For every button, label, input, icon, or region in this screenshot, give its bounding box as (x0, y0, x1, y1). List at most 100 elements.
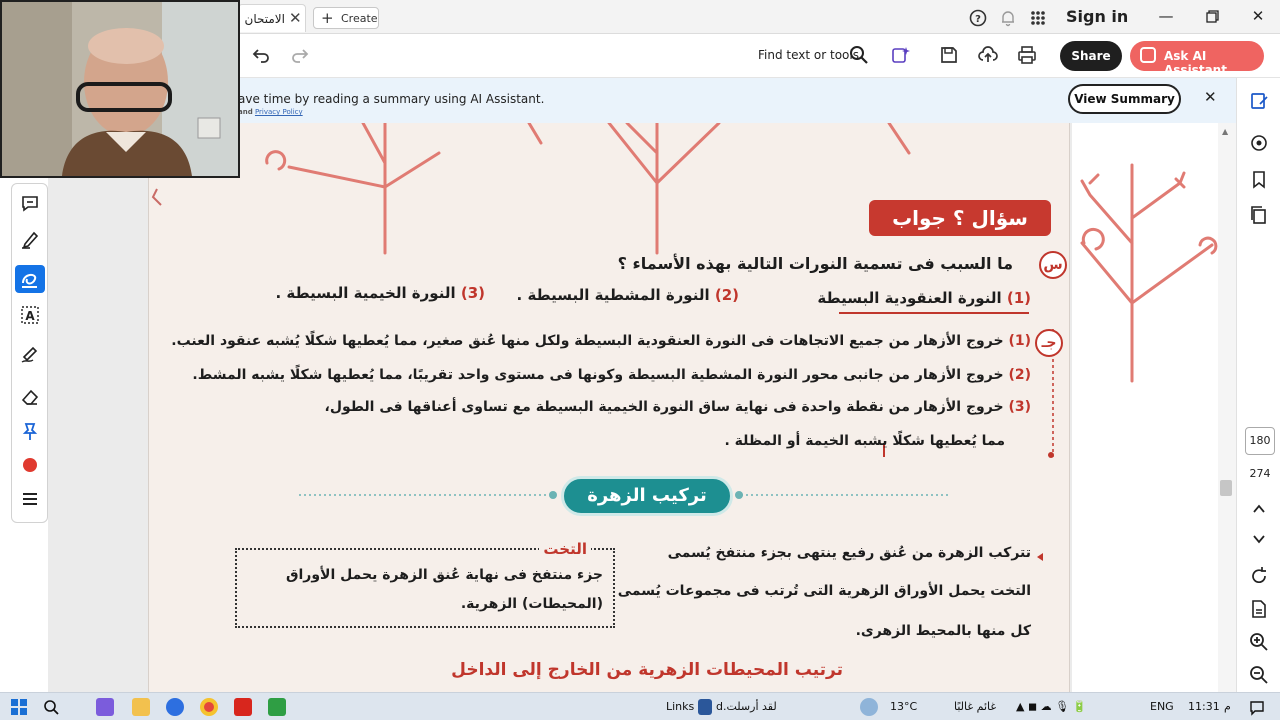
zoom-app-icon[interactable] (166, 698, 184, 716)
acrobat-icon[interactable] (234, 698, 252, 716)
taskbar-document[interactable]: لقد أرسلت.d (716, 700, 777, 713)
minimize-icon[interactable]: — (1154, 4, 1178, 28)
answer-1-text: خروج الأزهار من جميع الاتجاهات فى النورة… (171, 333, 1004, 349)
banner-message: ave time by reading a summary using AI A… (238, 92, 545, 106)
answer-2-text: خروج الأزهار من جانبى محور النورة المشطي… (192, 367, 1004, 383)
weather-text: غائم غالبًا (954, 700, 997, 713)
option-2-num: (2) (714, 286, 739, 304)
start-icon[interactable] (10, 698, 28, 716)
document-tab[interactable]: الامتحان ✕ (238, 4, 306, 32)
ai-edit-icon[interactable] (890, 44, 912, 66)
rotate-icon[interactable] (1248, 565, 1270, 587)
option-3-text: النورة الخيمية البسيطة . (275, 284, 456, 302)
body-line-2: التخت يحمل الأوراق الزهرية التى تُرتب فى… (617, 583, 1031, 599)
privacy-policy-link[interactable]: Privacy Policy (255, 108, 303, 116)
notifications-icon[interactable] (1248, 698, 1266, 716)
option-2: (2) النورة المشطية البسيطة . (517, 286, 739, 304)
body-line-1: تتركب الزهرة من عُنق رفيع ينتهى بجزء منت… (667, 545, 1031, 561)
clock-time[interactable]: 11:31 (1188, 700, 1220, 713)
scroll-up-icon[interactable]: ▲ (1222, 127, 1228, 136)
redo-icon[interactable] (289, 44, 311, 66)
question-text: ما السبب فى تسمية النورات التالية بهذه ا… (617, 254, 1013, 273)
find-text-label[interactable]: Find text or tools (758, 48, 859, 62)
bell-icon[interactable] (998, 8, 1018, 28)
comment-rail-icon[interactable] (1248, 132, 1270, 154)
temperature: 13°C (890, 700, 918, 713)
answer-2-num: (2) (1008, 367, 1031, 383)
adjacent-page (1072, 123, 1218, 693)
zoom-in-icon[interactable] (1248, 631, 1270, 653)
privacy-prefix: and (238, 108, 253, 116)
highlight-pen-icon[interactable] (19, 228, 41, 250)
bottom-heading: ترتيب المحيطات الزهرية من الخارج إلى الد… (451, 660, 843, 680)
view-summary-button[interactable]: View Summary (1068, 84, 1181, 114)
weather-icon (860, 698, 878, 716)
pages-icon[interactable] (1248, 204, 1270, 226)
restore-icon[interactable] (1200, 4, 1224, 28)
tab-title: الامتحان (244, 12, 285, 26)
create-button[interactable]: + Create (313, 7, 379, 29)
zoom-out-icon[interactable] (1248, 664, 1270, 686)
bookmark-icon[interactable] (1248, 168, 1270, 190)
ai-assistant-button[interactable]: Ask AI Assistant (1130, 41, 1264, 77)
option-1-num: (1) (1006, 289, 1031, 307)
fill-sign-icon[interactable] (19, 342, 41, 364)
sign-in-link[interactable]: Sign in (1066, 7, 1128, 26)
links-toolbar[interactable]: Links (666, 700, 694, 713)
search-icon[interactable] (848, 44, 870, 66)
clock-ampm: م (1224, 700, 1231, 713)
previous-page-icon[interactable] (1248, 498, 1270, 520)
answer-marker: جـ (1035, 329, 1063, 357)
word-doc-icon[interactable] (698, 699, 712, 715)
help-icon[interactable]: ? (968, 8, 988, 28)
undo-icon[interactable] (250, 44, 272, 66)
answer-1-num: (1) (1008, 333, 1031, 349)
text-select-icon[interactable]: A (19, 304, 41, 326)
close-tab-icon[interactable]: ✕ (289, 9, 302, 27)
windows-taskbar: Links لقد أرسلت.d 13°C غائم غالبًا ▲ ◼ ☁… (0, 692, 1280, 720)
answer-3-num: (3) (1008, 399, 1031, 415)
option-1: (1) النورة العنقودية البسيطة (817, 289, 1031, 307)
answer-1: (1) خروج الأزهار من جميع الاتجاهات فى ال… (171, 333, 1031, 349)
copilot-icon[interactable] (96, 698, 114, 716)
tray-icons[interactable]: ▲ ◼ ☁ 🎙 🔋 (1016, 700, 1086, 713)
definition-line-1: جزء منتفخ فى نهاية عُنق الزهرة يحمل الأو… (285, 567, 603, 583)
ai-assistant-label: Ask AI Assistant (1164, 49, 1227, 77)
body-line-3: كل منها بالمحيط الزهرى. (855, 623, 1031, 639)
vertical-scrollbar[interactable]: ▲ (1218, 123, 1236, 693)
print-icon[interactable] (1016, 44, 1038, 66)
upload-cloud-icon[interactable] (977, 44, 999, 66)
chrome-icon[interactable] (200, 698, 218, 716)
comment-icon[interactable] (19, 192, 41, 214)
svg-text:A: A (25, 309, 35, 323)
language-indicator[interactable]: ENG (1150, 700, 1174, 713)
plus-icon: + (321, 9, 334, 27)
menu-icon[interactable] (19, 488, 41, 510)
apps-grid-icon[interactable] (1028, 8, 1048, 28)
option-3: (3) النورة الخيمية البسيطة . (275, 284, 485, 302)
answer-3: (3) خروج الأزهار من نقطة واحدة فى نهاية … (325, 399, 1031, 415)
taskbar-search-icon[interactable] (42, 698, 60, 716)
question-marker: س (1039, 251, 1067, 279)
edit-pdf-icon[interactable] (1248, 90, 1270, 112)
banner-close-icon[interactable]: ✕ (1204, 88, 1217, 106)
answer-2: (2) خروج الأزهار من جانبى محور النورة ال… (192, 367, 1031, 383)
option-3-num: (3) (460, 284, 485, 302)
page-fit-icon[interactable] (1248, 598, 1270, 620)
scroll-thumb[interactable] (1220, 480, 1232, 496)
color-picker-icon[interactable] (19, 454, 41, 476)
right-sidebar: 180 274 (1236, 78, 1280, 693)
eraser-icon[interactable] (19, 386, 41, 408)
draw-tool-selected[interactable] (15, 265, 45, 293)
svg-text:?: ? (975, 14, 981, 25)
pin-icon[interactable] (19, 420, 41, 442)
current-page-input[interactable]: 180 (1245, 427, 1275, 455)
save-icon[interactable] (938, 44, 960, 66)
definition-line-2: (المحيطات) الزهرية. (460, 596, 603, 612)
ai-assistant-icon (1140, 47, 1156, 63)
next-page-icon[interactable] (1248, 528, 1270, 550)
camtasia-icon[interactable] (268, 698, 286, 716)
share-button[interactable]: Share (1060, 41, 1122, 71)
file-explorer-icon[interactable] (132, 698, 150, 716)
close-window-icon[interactable]: ✕ (1246, 4, 1270, 28)
